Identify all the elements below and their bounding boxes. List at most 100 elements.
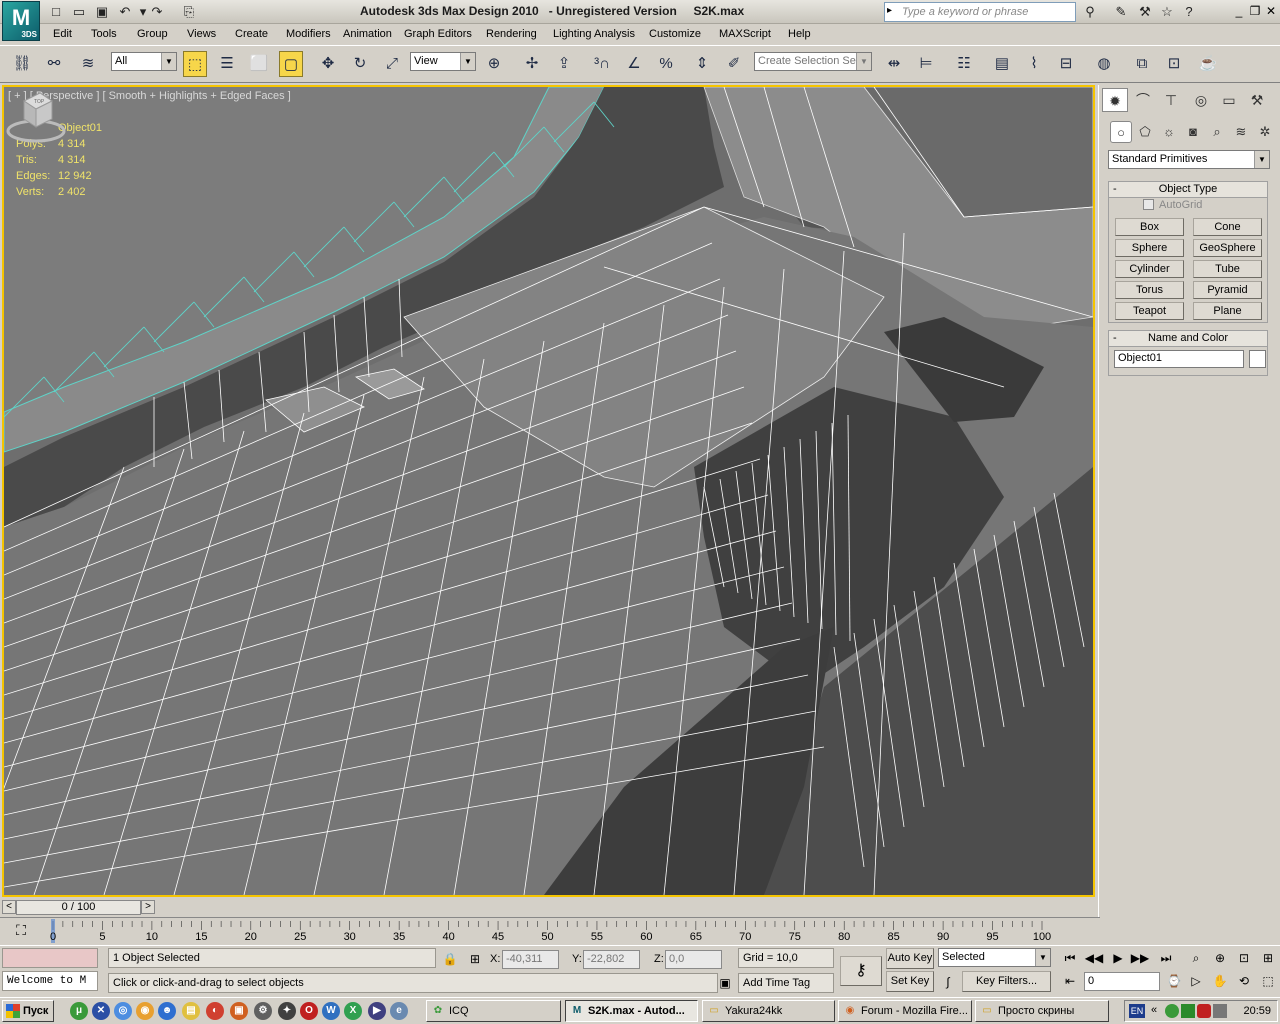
excel-icon[interactable]: X	[344, 1002, 362, 1020]
pan-view-icon[interactable]: ✋	[1210, 971, 1230, 991]
select-and-scale-icon[interactable]: ⤢	[380, 51, 404, 77]
selection-lock-icon[interactable]: 🔒	[440, 949, 460, 969]
systems-subtab-icon[interactable]: ✲	[1254, 121, 1276, 143]
time-slider-next-button[interactable]: >	[141, 900, 155, 914]
menu-create[interactable]: Create	[235, 28, 268, 40]
notes-icon[interactable]: ▤	[182, 1002, 200, 1020]
cameras-subtab-icon[interactable]: ◙	[1182, 121, 1204, 143]
modify-tab-icon[interactable]: ⌒	[1130, 88, 1156, 112]
restore-icon[interactable]: ❐	[1248, 3, 1262, 19]
object-name-field[interactable]: Object01	[1114, 350, 1244, 368]
menu-graph-editors[interactable]: Graph Editors	[404, 28, 472, 40]
select-and-manipulate-icon[interactable]: ✢	[520, 51, 544, 77]
render-setup-icon[interactable]: ⧉	[1130, 51, 1154, 77]
time-slider-prev-button[interactable]: <	[2, 900, 16, 914]
zoom-extents-all-icon[interactable]: ⊞	[1258, 948, 1278, 968]
start-button[interactable]: Пуск	[2, 1000, 54, 1022]
orbit-icon[interactable]: ⟲	[1234, 971, 1254, 991]
maximize-viewport-icon[interactable]: ⬚	[1258, 971, 1278, 991]
rendered-frame-window-icon[interactable]: ⊡	[1162, 51, 1186, 77]
cone-button[interactable]: Cone	[1193, 218, 1262, 236]
percent-snap-icon[interactable]: %	[654, 51, 678, 77]
lights-subtab-icon[interactable]: ☼	[1158, 121, 1180, 143]
object-color-swatch[interactable]	[1249, 350, 1266, 368]
media-icon[interactable]: ◐	[206, 1002, 224, 1020]
tray-network-icon[interactable]	[1181, 1004, 1195, 1018]
menu-group[interactable]: Group	[137, 28, 168, 40]
render-production-icon[interactable]: ☕	[1196, 51, 1220, 77]
edit-named-selection-icon[interactable]: ✐	[722, 51, 746, 77]
shapes-subtab-icon[interactable]: ⬠	[1134, 121, 1156, 143]
new-file-icon[interactable]: □	[47, 3, 65, 21]
teapot-button[interactable]: Teapot	[1115, 302, 1184, 320]
rectangular-selection-icon[interactable]: ⬜	[247, 51, 271, 77]
cylinder-button[interactable]: Cylinder	[1115, 260, 1184, 278]
utilities-tab-icon[interactable]: ⚒	[1244, 88, 1270, 112]
material-editor-icon[interactable]: ◍	[1092, 51, 1116, 77]
next-frame-icon[interactable]: ▶▶	[1130, 948, 1150, 968]
zoom-all-icon[interactable]: ⊕	[1210, 948, 1230, 968]
menu-rendering[interactable]: Rendering	[486, 28, 537, 40]
add-time-tag-button[interactable]: Add Time Tag	[738, 973, 834, 993]
select-by-name-icon[interactable]: ☰	[215, 51, 239, 77]
spinner-snap-icon[interactable]: ⇕	[690, 51, 714, 77]
menu-lighting-analysis[interactable]: Lighting Analysis	[553, 28, 635, 40]
taskbar-item-yakura[interactable]: ▭ Yakura24kk	[702, 1000, 835, 1022]
keyboard-shortcut-override-icon[interactable]: ⇪	[552, 51, 576, 77]
utorrent-icon[interactable]: μ	[70, 1002, 88, 1020]
geometry-subtab-icon[interactable]: ○	[1110, 121, 1132, 143]
minimize-icon[interactable]: _	[1232, 3, 1246, 19]
subscription-icon[interactable]: ✎	[1112, 3, 1130, 21]
angle-snap-icon[interactable]: ∠	[622, 51, 646, 77]
taskbar-item-3dsmax[interactable]: M S2K.max - Autod...	[565, 1000, 698, 1022]
help-icon[interactable]: ?	[1180, 3, 1198, 21]
reference-coordinate-dropdown[interactable]: View ▼	[410, 52, 476, 71]
box-button[interactable]: Box	[1115, 218, 1184, 236]
save-file-icon[interactable]: ▣	[93, 3, 111, 21]
autogrid-checkbox[interactable]: AutoGrid	[1143, 199, 1202, 211]
helpers-subtab-icon[interactable]: ⌕	[1206, 121, 1228, 143]
geosphere-button[interactable]: GeoSphere	[1193, 239, 1262, 257]
y-coordinate-field[interactable]: -22,802	[583, 950, 640, 969]
select-and-rotate-icon[interactable]: ↻	[348, 51, 372, 77]
plane-button[interactable]: Plane	[1193, 302, 1262, 320]
play-icon[interactable]: ▶	[1108, 948, 1128, 968]
search-expand-icon[interactable]: ▸	[887, 5, 892, 16]
schematic-view-icon[interactable]: ⊟	[1054, 51, 1078, 77]
tray-volume-icon[interactable]	[1213, 1004, 1227, 1018]
app-launch-icon[interactable]: ⚙	[254, 1002, 272, 1020]
redo-icon[interactable]: ↷	[148, 3, 166, 21]
mirror-icon[interactable]: ⇹	[882, 51, 906, 77]
menu-customize[interactable]: Customize	[649, 28, 701, 40]
menu-maxscript[interactable]: MAXScript	[719, 28, 771, 40]
motion-tab-icon[interactable]: ◎	[1188, 88, 1214, 112]
previous-frame-icon[interactable]: ◀◀	[1084, 948, 1104, 968]
current-frame-field[interactable]: 0	[1084, 972, 1160, 991]
go-to-start-icon[interactable]: ⏮	[1060, 948, 1080, 968]
menu-views[interactable]: Views	[187, 28, 216, 40]
communication-center-icon[interactable]: ⚒	[1136, 3, 1154, 21]
zoom-icon[interactable]: ⌕	[1186, 948, 1206, 968]
unlink-icon[interactable]: ⚯	[42, 51, 66, 77]
select-object-icon[interactable]: ⬚	[183, 51, 207, 77]
menu-help[interactable]: Help	[788, 28, 811, 40]
maxscript-mini-listener-top[interactable]	[2, 948, 98, 968]
browser-icon[interactable]: e	[390, 1002, 408, 1020]
tray-expand-icon[interactable]: «	[1151, 1004, 1157, 1016]
absolute-mode-transform-icon[interactable]: ⊞	[465, 949, 485, 969]
key-mode-toggle-icon[interactable]: ⇤	[1060, 971, 1080, 991]
use-pivot-point-icon[interactable]: ⊕	[482, 51, 506, 77]
maxscript-mini-listener[interactable]: Welcome to M	[2, 971, 98, 991]
search-input[interactable]: ▸ Type a keyword or phrase	[884, 2, 1076, 22]
close-x-launch-icon[interactable]: ✕	[92, 1002, 110, 1020]
menu-animation[interactable]: Animation	[343, 28, 392, 40]
taskbar-item-screens-folder[interactable]: ▭ Просто скрины	[975, 1000, 1109, 1022]
chrome-icon[interactable]: ◉	[136, 1002, 154, 1020]
viewcube[interactable]: TOP	[4, 87, 68, 147]
taskbar-item-icq[interactable]: ✿ ICQ	[426, 1000, 561, 1022]
auto-key-button[interactable]: Auto Key	[886, 948, 934, 969]
project-folder-icon[interactable]: ⎘	[180, 3, 198, 21]
sphere-button[interactable]: Sphere	[1115, 239, 1184, 257]
hierarchy-tab-icon[interactable]: ⊤	[1158, 88, 1184, 112]
time-tag-icon[interactable]: ▣	[715, 973, 735, 993]
